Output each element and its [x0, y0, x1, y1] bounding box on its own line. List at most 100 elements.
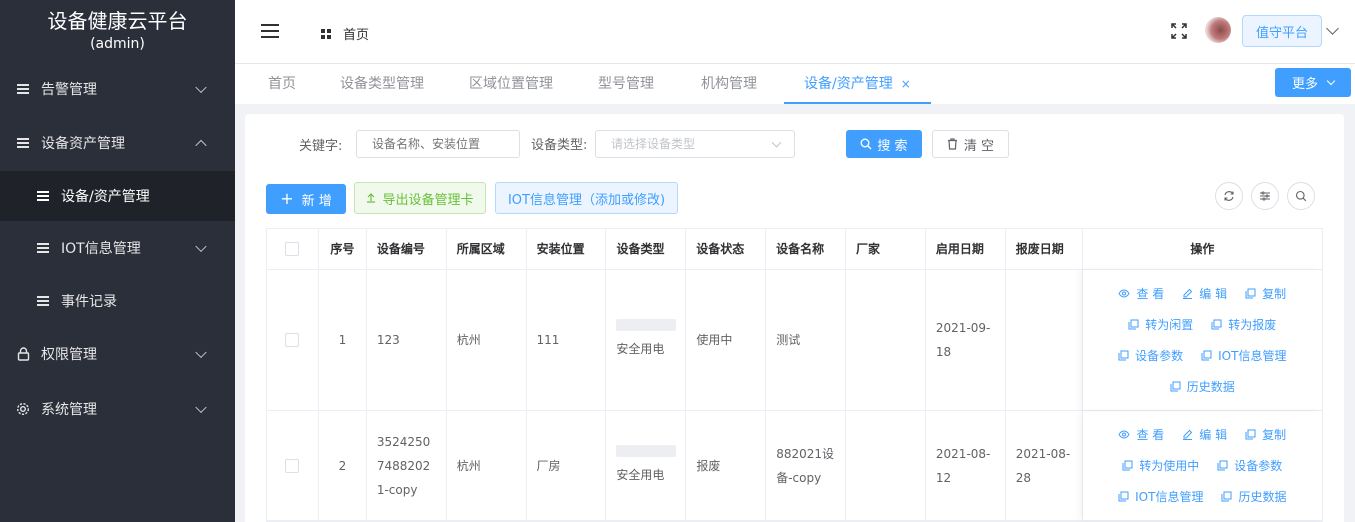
- cell-type: 安全用电: [606, 411, 687, 520]
- cell-name: 测试: [766, 270, 847, 410]
- search-icon[interactable]: [1287, 182, 1315, 210]
- menu-iot-label: IOT信息管理: [61, 241, 141, 257]
- tab-asset-manage[interactable]: 设备/资产管理 ×: [784, 64, 931, 104]
- menu-asset[interactable]: 设备资产管理: [0, 115, 235, 171]
- copy-icon: [1170, 381, 1181, 392]
- copy-icon: [1221, 491, 1232, 502]
- table-row: 1 123 杭州 111 安全用电 使用中 测试 2021-09-18 查 看 …: [267, 270, 1322, 411]
- copy-button[interactable]: 复制: [1245, 423, 1286, 447]
- edit-button[interactable]: 编 辑: [1182, 282, 1227, 306]
- list-icon: [16, 82, 30, 96]
- cell-region: 杭州: [447, 270, 527, 410]
- brand-user: (admin): [90, 36, 145, 52]
- add-button[interactable]: + 新 增: [266, 184, 346, 214]
- export-label: 导出设备管理卡: [382, 192, 474, 208]
- edit-icon: [1183, 429, 1193, 440]
- tab-device-type[interactable]: 设备类型管理: [340, 64, 424, 104]
- col-vendor: 厂家: [846, 229, 926, 269]
- menu-asset-manage[interactable]: 设备/资产管理: [0, 171, 235, 221]
- menu-iot[interactable]: IOT信息管理: [0, 221, 235, 275]
- hamburger-icon[interactable]: [261, 24, 279, 38]
- history-button[interactable]: 历史数据: [1170, 375, 1235, 399]
- close-icon[interactable]: ×: [901, 77, 911, 91]
- breadcrumb-home[interactable]: 首页: [343, 24, 369, 43]
- search-icon: [860, 138, 872, 150]
- copy-icon: [1211, 319, 1222, 330]
- plus-icon: +: [280, 189, 294, 208]
- menu-asset-manage-label: 设备/资产管理: [61, 189, 150, 205]
- refresh-icon[interactable]: [1215, 182, 1243, 210]
- edit-button[interactable]: 编 辑: [1182, 423, 1227, 447]
- copy-icon: [1128, 319, 1139, 330]
- cell-start-date: 2021-08-12: [926, 411, 1006, 520]
- tab-home[interactable]: 首页: [268, 64, 296, 104]
- trash-icon: [947, 138, 957, 150]
- set-idle-button[interactable]: 转为闲置: [1128, 313, 1193, 337]
- table-row: 2 352425074882021-copy 杭州 厂房 安全用电 报废 882…: [267, 411, 1322, 521]
- col-index: 序号: [319, 229, 367, 269]
- set-scrap-button[interactable]: 转为报废: [1211, 313, 1276, 337]
- iot-info-button[interactable]: IOT信息管理: [1201, 344, 1286, 368]
- row-checkbox[interactable]: [285, 458, 300, 473]
- duty-platform-button[interactable]: 值守平台: [1242, 15, 1322, 47]
- fullscreen-icon[interactable]: [1171, 23, 1187, 39]
- set-in-use-button[interactable]: 转为使用中: [1122, 454, 1199, 478]
- cell-vendor: [846, 270, 926, 410]
- row-select-cell: [267, 411, 319, 520]
- iot-info-button[interactable]: IOT信息管理: [1118, 485, 1203, 509]
- col-location: 安装位置: [527, 229, 607, 269]
- col-scrap-date: 报废日期: [1006, 229, 1083, 269]
- menu-alarm[interactable]: 告警管理: [0, 63, 235, 115]
- menu-events[interactable]: 事件记录: [0, 275, 235, 327]
- menu-system[interactable]: 系统管理: [0, 381, 235, 437]
- select-all-checkbox[interactable]: [285, 242, 300, 256]
- cell-name: 882021设备-copy: [766, 411, 847, 520]
- row-select-cell: [267, 270, 319, 410]
- tab-asset-manage-label: 设备/资产管理: [804, 76, 893, 92]
- col-type: 设备类型: [606, 229, 687, 269]
- lock-icon: [16, 347, 30, 361]
- view-button[interactable]: 查 看: [1118, 282, 1164, 306]
- menu-permission-label: 权限管理: [41, 347, 97, 363]
- tab-bar: 首页 设备类型管理 区域位置管理 型号管理 机构管理 设备/资产管理 × 更多: [235, 64, 1355, 104]
- tab-org[interactable]: 机构管理: [701, 64, 757, 104]
- device-type-select[interactable]: 请选择设备类型: [595, 130, 795, 158]
- more-button[interactable]: 更多: [1275, 68, 1351, 97]
- cell-status: 使用中: [686, 270, 767, 410]
- device-type-label: 设备类型:: [531, 138, 588, 153]
- chevron-down-icon: [195, 81, 207, 94]
- search-button[interactable]: 搜 索: [846, 130, 922, 158]
- menu-system-label: 系统管理: [41, 402, 97, 418]
- col-code: 设备编号: [367, 229, 447, 269]
- eye-icon: [1118, 430, 1131, 439]
- copy-button[interactable]: 复制: [1245, 282, 1286, 306]
- tab-region[interactable]: 区域位置管理: [469, 64, 553, 104]
- clear-button[interactable]: 清 空: [932, 130, 1009, 158]
- keyword-input[interactable]: [356, 130, 520, 158]
- chevron-down-icon: [195, 346, 207, 359]
- menu-permission[interactable]: 权限管理: [0, 327, 235, 381]
- chevron-down-icon[interactable]: [1326, 22, 1339, 35]
- menu-alarm-label: 告警管理: [41, 82, 97, 98]
- menu-asset-label: 设备资产管理: [41, 136, 125, 152]
- brand-title: 设备健康云平台: [47, 9, 188, 33]
- gear-icon: [16, 402, 30, 416]
- avatar[interactable]: [1205, 17, 1231, 43]
- cell-code: 352425074882021-copy: [367, 411, 447, 520]
- edit-icon: [1183, 288, 1193, 299]
- export-card-button[interactable]: 导出设备管理卡: [354, 182, 486, 214]
- tab-model[interactable]: 型号管理: [598, 64, 654, 104]
- device-params-button[interactable]: 设备参数: [1118, 344, 1183, 368]
- cell-type: 安全用电: [606, 270, 687, 410]
- brand: 设备健康云平台 (admin): [0, 0, 235, 62]
- iot-manage-button[interactable]: IOT信息管理（添加或修改): [495, 182, 678, 214]
- filter-settings-icon[interactable]: [1251, 182, 1279, 210]
- history-button[interactable]: 历史数据: [1221, 485, 1286, 509]
- device-params-button[interactable]: 设备参数: [1217, 454, 1282, 478]
- keyword-label: 关键字:: [299, 139, 343, 154]
- view-button[interactable]: 查 看: [1118, 423, 1164, 447]
- copy-icon: [1245, 288, 1256, 299]
- row-checkbox[interactable]: [285, 333, 300, 347]
- copy-icon: [1201, 350, 1212, 361]
- cell-type-text: 安全用电: [616, 467, 665, 482]
